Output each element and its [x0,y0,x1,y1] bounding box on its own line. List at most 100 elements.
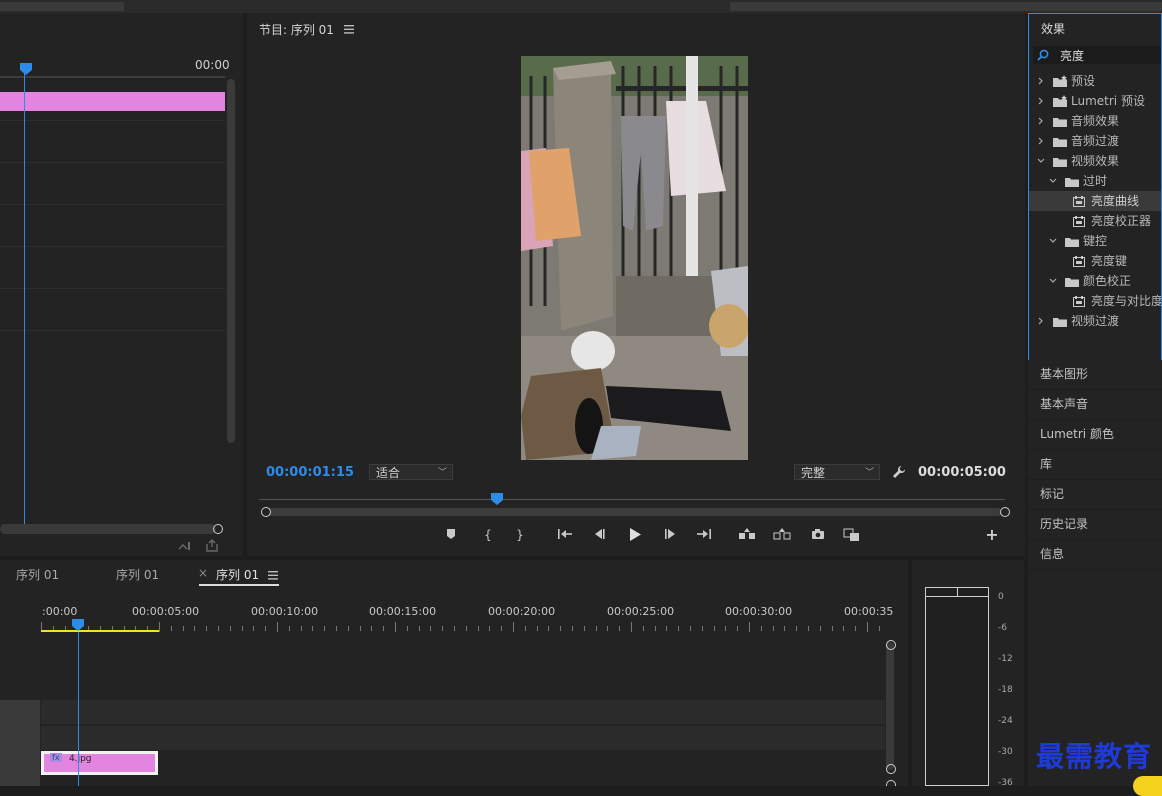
effect-folder[interactable]: 过时 [1029,171,1161,191]
effect-item[interactable]: 亮度键 [1029,251,1161,271]
export-frame-button[interactable] [807,528,829,540]
play-button[interactable] [624,528,646,541]
go-to-out-button[interactable] [693,528,715,540]
zoom-level-select[interactable]: 适合 ﹀ [369,464,453,480]
chevron-down-icon[interactable] [1049,237,1057,245]
chevron-down-icon[interactable] [1049,277,1057,285]
chevron-down-icon[interactable] [1037,157,1045,165]
program-current-timecode[interactable]: 00:00:01:15 [266,465,354,480]
zoom-level-value: 适合 [376,466,401,480]
program-playhead[interactable] [491,493,503,505]
scroll-handle[interactable] [886,764,896,774]
folder-icon [1053,95,1068,107]
timeline-tab-active[interactable]: 序列 01 [216,566,259,583]
effect-folder[interactable]: 颜色校正 [1029,271,1161,291]
tree-item-label: 音频效果 [1071,114,1120,128]
source-playhead-marker[interactable] [20,63,32,75]
playback-resolution-select[interactable]: 完整 ﹀ [794,464,880,480]
side-panel-tab[interactable]: 基本图形 [1028,360,1162,389]
ruler-tick [654,626,656,631]
effect-folder[interactable]: Lumetri 预设 [1029,91,1161,111]
side-panel-tab[interactable]: 历史记录 [1028,510,1162,539]
ruler-tick [159,622,160,632]
scroll-handle[interactable] [886,640,896,650]
side-panel-tab[interactable]: 标记 [1028,480,1162,509]
wrench-icon[interactable] [892,465,906,479]
source-vertical-scrollbar[interactable] [227,79,235,443]
chevron-right-icon[interactable] [1037,317,1045,325]
go-to-in-button[interactable] [554,528,576,540]
effects-search-input[interactable]: 亮度 [1060,47,1084,64]
effect-folder[interactable]: 视频过渡 [1029,311,1161,331]
chevron-right-icon[interactable] [1037,137,1045,145]
extract-button[interactable] [771,528,793,540]
timeline-playhead[interactable] [72,619,84,631]
source-horizontal-scrollbar[interactable] [0,524,216,534]
ruler-tick [831,626,833,631]
side-panel-tab[interactable]: 基本声音 [1028,390,1162,419]
side-panel-tab[interactable]: 库 [1028,450,1162,479]
scroll-handle[interactable] [213,524,223,534]
add-marker-button[interactable] [440,528,462,540]
chevron-right-icon[interactable] [1037,117,1045,125]
side-panel-tab[interactable]: Lumetri 颜色 [1028,420,1162,449]
effect-preset-icon [1073,196,1085,207]
source-clip[interactable] [0,92,225,111]
effects-tab[interactable]: 效果 [1041,20,1065,37]
ruler-tick [218,626,219,631]
mark-out-button[interactable]: } [509,528,531,542]
step-forward-button[interactable] [659,528,681,540]
ruler-tick [312,626,314,631]
export-icon[interactable] [205,539,219,552]
db-label: -36 [998,778,1013,786]
ruler-tick [229,626,231,631]
timeline-tab[interactable]: 序列 01 [16,566,59,583]
effect-item[interactable]: 亮度校正器 [1029,211,1161,231]
program-monitor-panel: 节目: 序列 01 00:00:01:15 适合 ﹀ 完整 ﹀ 00:00:05… [247,13,1025,556]
comparison-view-button[interactable] [841,528,863,542]
ruler-tick [241,626,243,631]
effect-item[interactable]: 亮度与对比度 [1029,291,1161,311]
work-area-bar[interactable] [41,630,159,632]
timeline-tab[interactable]: 序列 01 [116,566,159,583]
folder-icon [1053,75,1068,87]
program-zoom-bar[interactable] [262,508,1002,516]
close-tab-icon[interactable]: × [198,566,208,580]
program-title[interactable]: 节目: 序列 01 [259,21,334,38]
timeline-clip[interactable]: fx 4.jpg [41,751,158,775]
db-label: -12 [998,654,1013,664]
chevron-right-icon[interactable] [1037,97,1045,105]
timeline-vertical-scrollbar[interactable] [886,642,894,770]
effects-search-field[interactable]: 亮度 [1033,46,1161,64]
effect-item[interactable]: 亮度曲线 [1029,191,1161,211]
lift-button[interactable] [736,528,758,540]
ruler-tick [170,626,172,631]
ruler-tick [595,626,597,631]
ruler-tick [619,626,621,631]
side-panel-tab[interactable]: 信息 [1028,540,1162,569]
mark-in-button[interactable]: { [477,528,499,542]
insert-icon[interactable] [178,540,194,552]
timeline-panel: 序列 01 序列 01 × 序列 01 :00:00 00:00:05:00 00:… [0,560,908,786]
tree-item-label: Lumetri 预设 [1071,94,1145,108]
program-video-frame [521,56,748,460]
chevron-down-icon[interactable] [1049,177,1057,185]
audio-meter-panel: 0 -6 -12 -18 -24 -30 -36 [912,560,1024,786]
zoom-bar-right-handle[interactable] [1000,507,1010,517]
effect-folder[interactable]: 音频过渡 [1029,131,1161,151]
effect-folder[interactable]: 视频效果 [1029,151,1161,171]
source-ruler-time: 00:00 [195,58,230,72]
button-editor-add-icon[interactable]: + [981,525,1003,544]
step-back-button[interactable] [589,528,611,540]
effect-folder[interactable]: 音频效果 [1029,111,1161,131]
panel-menu-icon[interactable] [344,25,354,34]
ruler-tick [501,626,503,631]
zoom-bar-left-handle[interactable] [261,507,271,517]
chevron-right-icon[interactable] [1037,77,1045,85]
scroll-handle[interactable] [886,780,896,786]
effect-folder[interactable]: 键控 [1029,231,1161,251]
effect-folder[interactable]: 预设 [1029,71,1161,91]
ruler-tick [465,626,467,631]
panel-menu-icon[interactable] [268,571,278,580]
audio-meter [925,587,989,786]
